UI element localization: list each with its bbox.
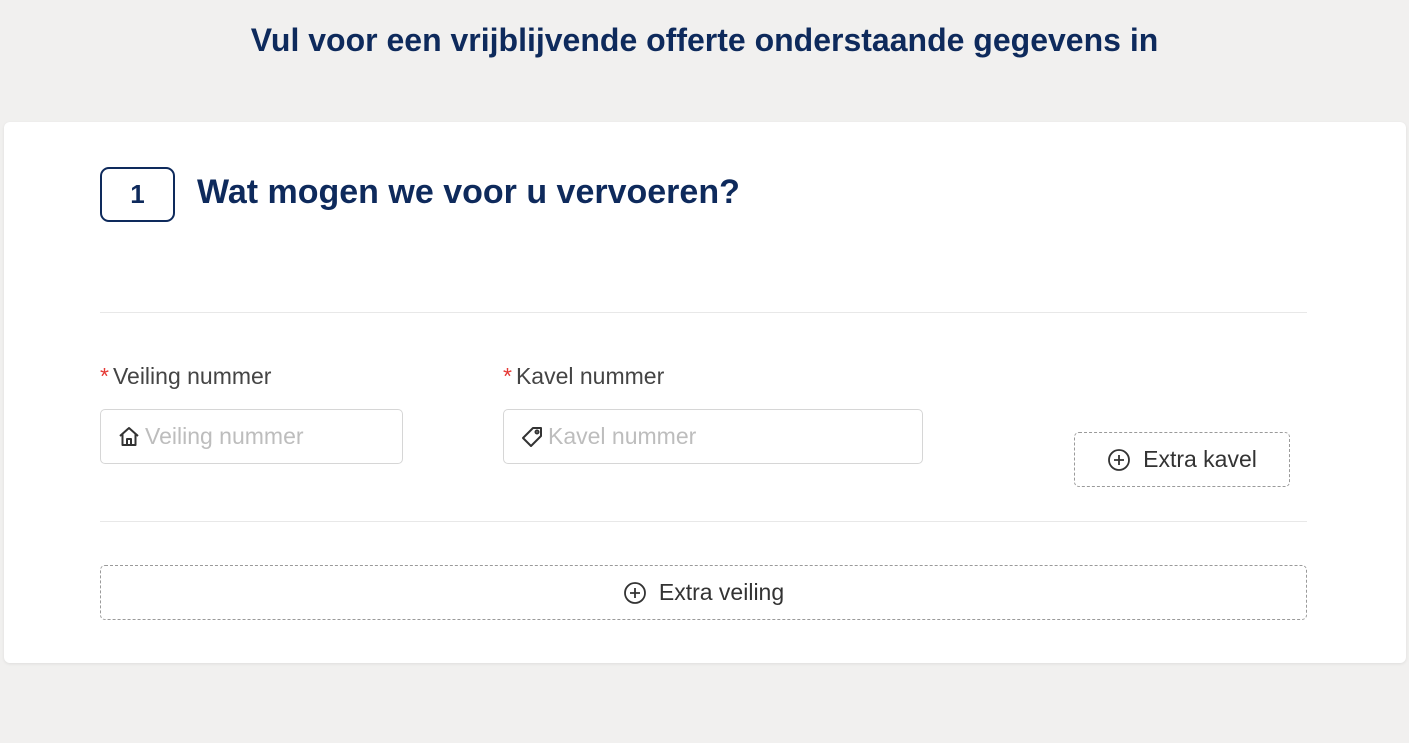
auction-number-input[interactable] xyxy=(145,423,402,450)
lot-number-label-text: Kavel nummer xyxy=(515,363,665,389)
plus-circle-icon xyxy=(623,581,647,605)
plus-circle-icon xyxy=(1107,448,1131,472)
field-divider xyxy=(100,521,1307,522)
extra-auction-button[interactable]: Extra veiling xyxy=(100,565,1307,620)
lot-number-field[interactable] xyxy=(503,409,923,464)
required-marker: * xyxy=(100,363,109,389)
auction-number-label-text: Veiling nummer xyxy=(112,363,272,389)
extra-auction-label: Extra veiling xyxy=(658,579,785,605)
form-card: 1 Wat mogen we voor u vervoeren? * Veilin… xyxy=(4,122,1406,663)
lot-number-input[interactable] xyxy=(548,423,922,450)
auction-number-label: * Veiling nummer xyxy=(100,363,271,390)
page-title: Vul voor een vrijblijvende offerte onder… xyxy=(250,22,1159,58)
tag-icon xyxy=(520,425,544,449)
section-heading: Wat mogen we voor u vervoeren? xyxy=(197,173,740,211)
step-number: 1 xyxy=(130,179,145,209)
lot-number-label: * Kavel nummer xyxy=(503,363,664,390)
home-icon xyxy=(117,425,141,449)
extra-lot-label: Extra kavel xyxy=(1143,446,1257,472)
auction-number-field[interactable] xyxy=(100,409,403,464)
extra-lot-button[interactable]: Extra kavel xyxy=(1074,432,1290,487)
step-number-badge: 1 xyxy=(100,167,175,222)
section-divider xyxy=(100,312,1307,313)
required-marker: * xyxy=(503,363,512,389)
